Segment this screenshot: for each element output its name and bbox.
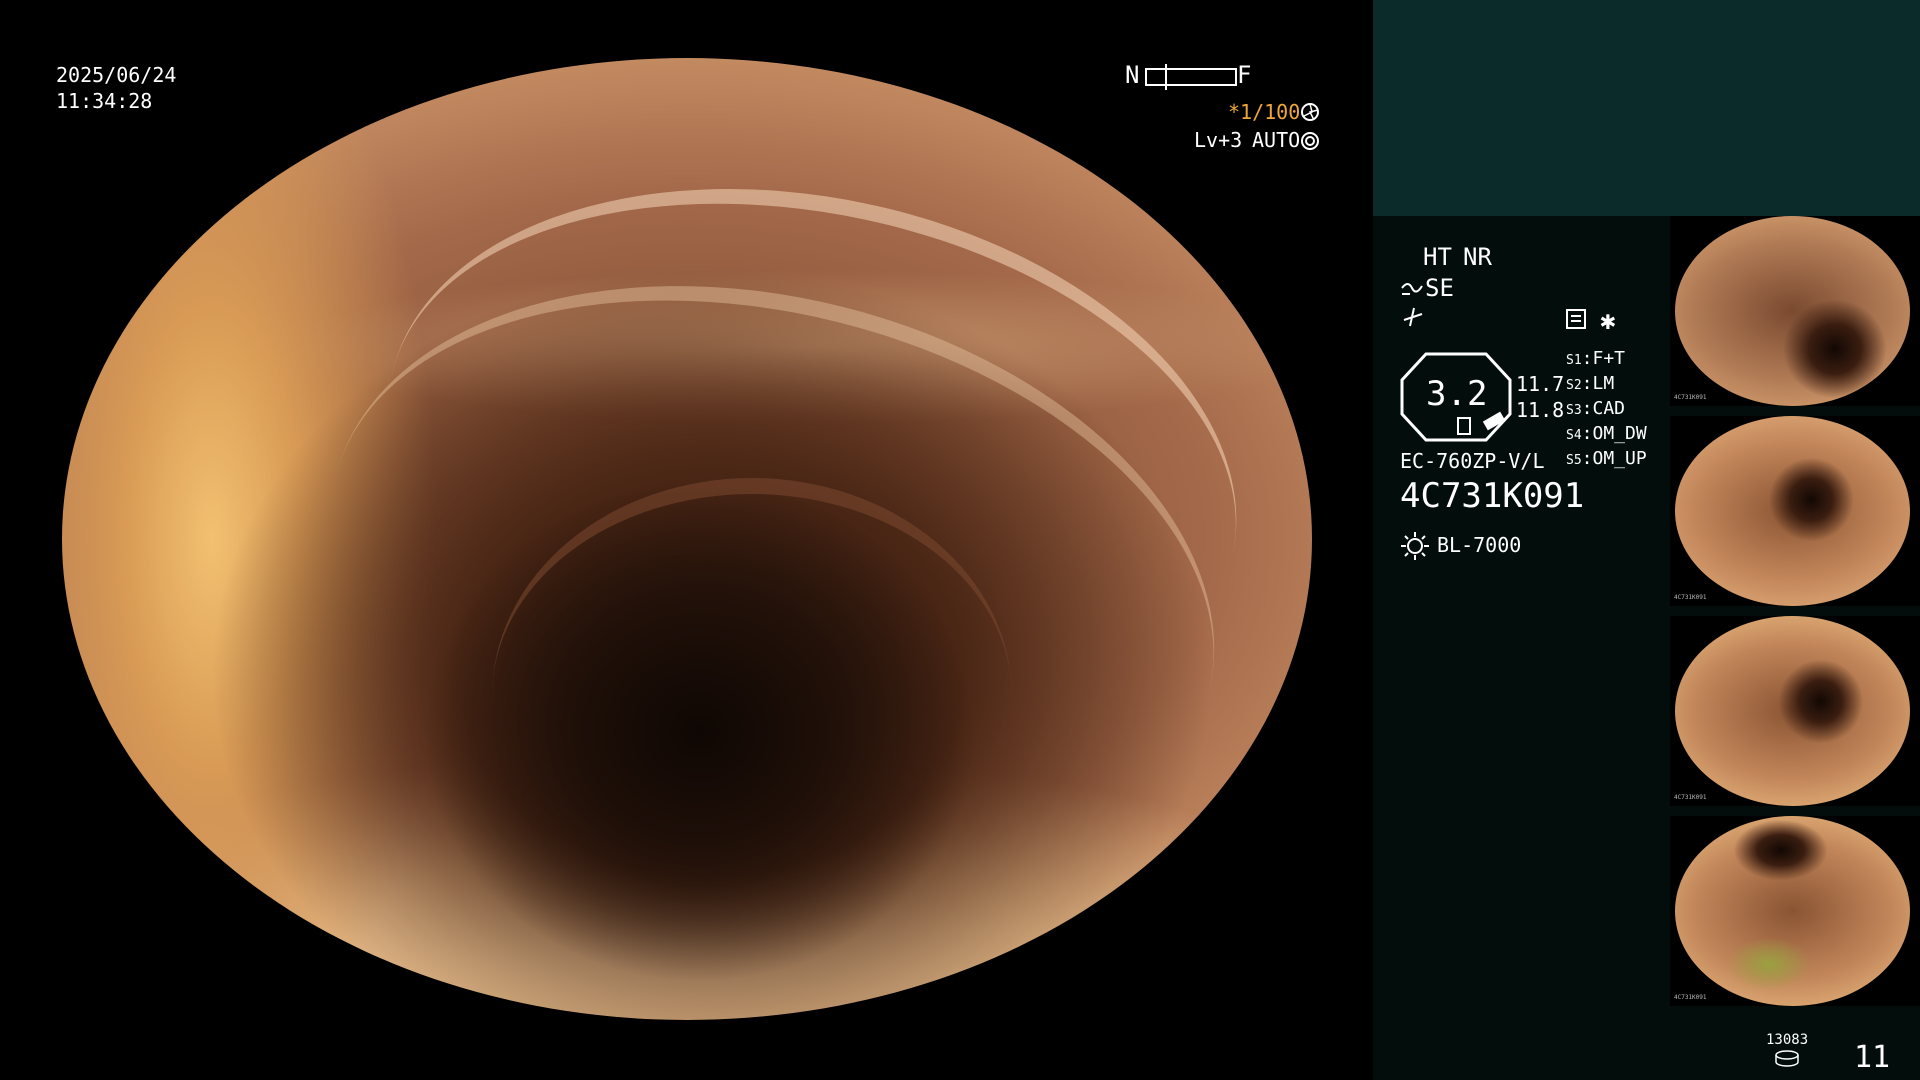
image-count: 11 (1854, 1040, 1891, 1075)
exam-time: 11:34:28 (56, 89, 153, 113)
far-label: F (1237, 61, 1252, 89)
thumbnail-label: 4C731K091 (1674, 394, 1707, 401)
thumbnail[interactable]: 4C731K091 (1670, 616, 1920, 806)
switch-row: S4:OM_DW (1566, 423, 1647, 444)
scope-serial: 4C731K091 (1400, 476, 1585, 516)
thumbnail-image (1675, 216, 1910, 406)
shutter-speed: *1/100 (1228, 100, 1301, 124)
level-indicator: Lv+3 (1194, 128, 1243, 152)
switch-row: S5:OM_UP (1566, 448, 1647, 469)
thumbnail-image (1675, 616, 1910, 806)
switch-row: S3:CAD (1566, 398, 1626, 419)
auto-iris-icon (1300, 131, 1320, 155)
menu-list-icon (1565, 308, 1587, 334)
thumbnail-label: 4C731K091 (1674, 994, 1707, 1001)
value-1: 11.7 (1516, 372, 1565, 396)
thumbnail-image (1675, 416, 1910, 606)
mucosal-fold (492, 478, 1012, 914)
structure-enhance-icon (1400, 278, 1424, 302)
iris-mode: AUTO (1252, 128, 1301, 152)
focus-bar (1145, 64, 1237, 90)
focus-marker (1165, 64, 1167, 90)
info-panel-header (1373, 0, 1920, 216)
near-label: N (1125, 61, 1140, 89)
switch-row: S1:F+T (1566, 348, 1626, 369)
shutter-aperture-icon (1300, 102, 1320, 126)
color-mode-icon (1402, 306, 1424, 332)
storage-count: 13083 (1766, 1032, 1809, 1048)
ht-label: HT (1423, 243, 1452, 271)
thumbnail[interactable]: 4C731K091 (1670, 216, 1920, 406)
switch-assignments: S1:F+T S2:LM S3:CAD S4:OM_DW S5:OM_UP (1566, 348, 1676, 473)
exam-date: 2025/06/24 (56, 63, 177, 87)
thumbnail[interactable]: 4C731K091 (1670, 816, 1920, 1006)
nr-label: NR (1463, 243, 1492, 271)
thumbnail-label: 4C731K091 (1674, 594, 1707, 601)
se-label: SE (1425, 274, 1454, 302)
thumbnail-image (1675, 816, 1910, 1006)
value-2: 11.8 (1516, 398, 1565, 422)
light-source-icon (1400, 531, 1430, 565)
switch-row: S2:LM (1566, 373, 1615, 394)
thumbnail[interactable]: 4C731K091 (1670, 416, 1920, 606)
thumbnail-label: 4C731K091 (1674, 794, 1707, 801)
star-icon: ✱ (1600, 306, 1616, 336)
scope-model: EC-760ZP-V/L (1400, 449, 1545, 473)
light-source-model: BL-7000 (1437, 533, 1522, 557)
zoom-value: 3.2 (1426, 374, 1488, 414)
storage-disk-icon (1774, 1050, 1800, 1072)
endoscope-view (62, 58, 1312, 1020)
